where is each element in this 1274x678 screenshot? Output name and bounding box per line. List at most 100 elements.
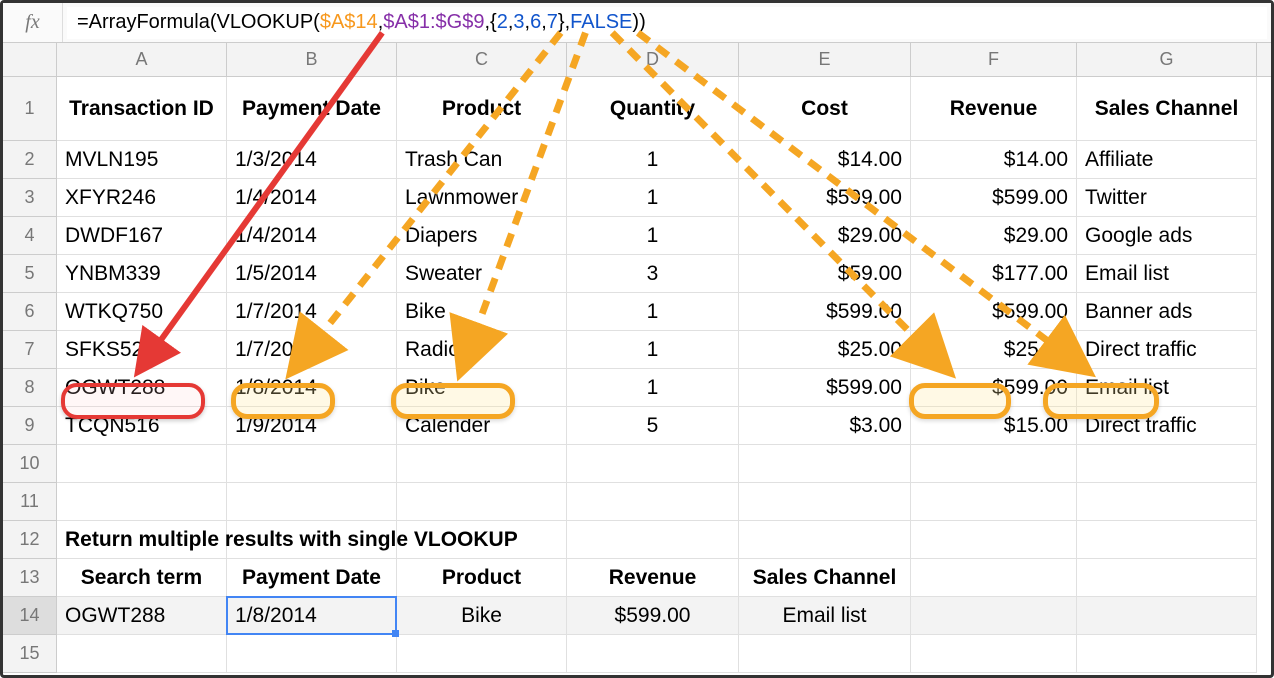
cell[interactable]: 1/5/2014 [227, 255, 397, 293]
cell[interactable] [1077, 483, 1257, 521]
cell[interactable]: 1/7/2014 [227, 331, 397, 369]
cell[interactable]: XFYR246 [57, 179, 227, 217]
sub-header-product[interactable]: Product [397, 559, 567, 597]
header-cost[interactable]: Cost [739, 77, 911, 141]
cell[interactable] [911, 445, 1077, 483]
cell[interactable] [227, 521, 397, 559]
sub-header-search-term[interactable]: Search term [57, 559, 227, 597]
cell[interactable]: $29.00 [911, 217, 1077, 255]
cell[interactable]: TCQN516 [57, 407, 227, 445]
cell[interactable]: Banner ads [1077, 293, 1257, 331]
cell[interactable]: 1 [567, 179, 739, 217]
row-header-3[interactable]: 3 [3, 179, 57, 217]
cell[interactable] [227, 445, 397, 483]
cell[interactable] [57, 635, 227, 673]
cell[interactable] [739, 483, 911, 521]
cell[interactable]: Trash Can [397, 141, 567, 179]
result-revenue[interactable]: $599.00 [567, 597, 739, 635]
col-header-B[interactable]: B [227, 43, 397, 76]
cell[interactable]: Direct traffic [1077, 331, 1257, 369]
cell[interactable]: $59.00 [739, 255, 911, 293]
cell[interactable] [397, 483, 567, 521]
cell[interactable] [227, 635, 397, 673]
col-header-F[interactable]: F [911, 43, 1077, 76]
cell[interactable]: $599.00 [911, 369, 1077, 407]
cell[interactable]: 1 [567, 217, 739, 255]
cell[interactable]: Bike [397, 293, 567, 331]
cell[interactable]: WTKQ750 [57, 293, 227, 331]
col-header-G[interactable]: G [1077, 43, 1257, 76]
result-payment-date[interactable]: 1/8/2014 [227, 597, 397, 635]
cell[interactable] [57, 483, 227, 521]
cell[interactable]: MVLN195 [57, 141, 227, 179]
cell[interactable]: $14.00 [911, 141, 1077, 179]
cell[interactable]: YNBM339 [57, 255, 227, 293]
cell[interactable] [567, 445, 739, 483]
cell[interactable] [397, 635, 567, 673]
cell[interactable]: $29.00 [739, 217, 911, 255]
cell[interactable]: 3 [567, 255, 739, 293]
col-header-A[interactable]: A [57, 43, 227, 76]
cell[interactable]: $25.00 [911, 331, 1077, 369]
row-header-4[interactable]: 4 [3, 217, 57, 255]
cell[interactable]: 1 [567, 331, 739, 369]
cell[interactable]: Bike [397, 369, 567, 407]
row-header-15[interactable]: 15 [3, 635, 57, 673]
cell[interactable]: 1/3/2014 [227, 141, 397, 179]
cell[interactable]: Email list [1077, 255, 1257, 293]
cell[interactable]: 1 [567, 141, 739, 179]
cell[interactable] [1077, 635, 1257, 673]
cell[interactable] [57, 445, 227, 483]
cell[interactable] [397, 445, 567, 483]
col-header-C[interactable]: C [397, 43, 567, 76]
sub-header-payment-date[interactable]: Payment Date [227, 559, 397, 597]
row-header-7[interactable]: 7 [3, 331, 57, 369]
select-all-corner[interactable] [3, 43, 57, 76]
row-header-14[interactable]: 14 [3, 597, 57, 635]
cell[interactable]: $3.00 [739, 407, 911, 445]
cell[interactable]: 1/9/2014 [227, 407, 397, 445]
cell[interactable]: Direct traffic [1077, 407, 1257, 445]
row-header-2[interactable]: 2 [3, 141, 57, 179]
cell[interactable]: DWDF167 [57, 217, 227, 255]
cell[interactable] [911, 635, 1077, 673]
header-payment-date[interactable]: Payment Date [227, 77, 397, 141]
cell[interactable]: Radio [397, 331, 567, 369]
cell[interactable] [911, 597, 1077, 635]
row-header-10[interactable]: 10 [3, 445, 57, 483]
cell[interactable] [567, 521, 739, 559]
result-product[interactable]: Bike [397, 597, 567, 635]
cell[interactable]: 1/7/2014 [227, 293, 397, 331]
cell[interactable]: Google ads [1077, 217, 1257, 255]
cell[interactable]: $15.00 [911, 407, 1077, 445]
cell[interactable]: $599.00 [739, 369, 911, 407]
cell[interactable]: $599.00 [739, 293, 911, 331]
cell[interactable]: $599.00 [739, 179, 911, 217]
cell[interactable] [739, 521, 911, 559]
col-header-D[interactable]: D [567, 43, 739, 76]
row-header-8[interactable]: 8 [3, 369, 57, 407]
col-header-E[interactable]: E [739, 43, 911, 76]
cell[interactable]: Twitter [1077, 179, 1257, 217]
sub-header-sales-channel[interactable]: Sales Channel [739, 559, 911, 597]
cell[interactable]: Affiliate [1077, 141, 1257, 179]
cell[interactable] [911, 521, 1077, 559]
row-header-9[interactable]: 9 [3, 407, 57, 445]
cell[interactable] [1077, 597, 1257, 635]
cell[interactable]: Sweater [397, 255, 567, 293]
cell[interactable]: 1/4/2014 [227, 179, 397, 217]
cell[interactable]: $599.00 [911, 293, 1077, 331]
cell[interactable] [397, 521, 567, 559]
cell[interactable]: $599.00 [911, 179, 1077, 217]
cell[interactable]: Lawnmower [397, 179, 567, 217]
row-header-11[interactable]: 11 [3, 483, 57, 521]
header-revenue[interactable]: Revenue [911, 77, 1077, 141]
row-header-12[interactable]: 12 [3, 521, 57, 559]
cell[interactable]: $177.00 [911, 255, 1077, 293]
cell[interactable]: 5 [567, 407, 739, 445]
cell[interactable]: OGWT288 [57, 369, 227, 407]
cell[interactable] [1077, 559, 1257, 597]
row-header-13[interactable]: 13 [3, 559, 57, 597]
cell[interactable] [1077, 521, 1257, 559]
cell[interactable] [567, 635, 739, 673]
